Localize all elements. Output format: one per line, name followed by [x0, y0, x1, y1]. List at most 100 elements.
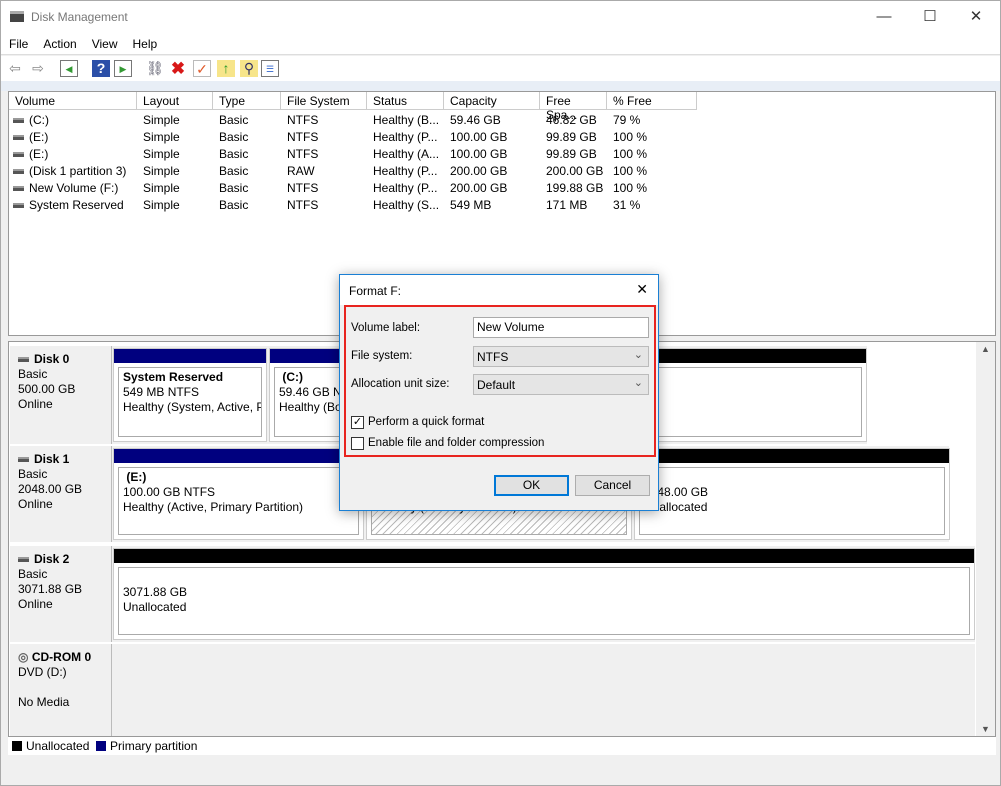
- settings-list-icon[interactable]: ☰: [261, 60, 279, 77]
- disk-icon: [18, 457, 29, 463]
- chevron-down-icon: ⌄: [633, 377, 643, 389]
- menu-action[interactable]: Action: [35, 33, 83, 51]
- volume-icon: [13, 152, 24, 158]
- table-row[interactable]: (E:) Simple Basic NTFS Healthy (A... 100.00 G…: [9, 145, 995, 162]
- col-free-space[interactable]: Free Spa...: [540, 92, 607, 122]
- cancel-button[interactable]: Cancel: [575, 475, 650, 496]
- partition-unallocated[interactable]: 1548.00 GB Unallocated: [634, 448, 950, 540]
- disk-2-label[interactable]: Disk 2 Basic 3071.88 GB Online: [10, 546, 112, 642]
- disk-type: Basic: [18, 567, 48, 581]
- disk-icon: [18, 557, 29, 563]
- disk-0-label[interactable]: Disk 0 Basic 500.00 GB Online: [10, 346, 112, 444]
- table-row[interactable]: New Volume (F:) Simple Basic NTFS Healthy (P…: [9, 179, 995, 196]
- disk-2-partitions: 3071.88 GB Unallocated: [112, 546, 975, 642]
- cell-status: Healthy (S...: [373, 198, 440, 212]
- cdrom-0-label[interactable]: ◎ CD-ROM 0 DVD (D:) No Media: [10, 644, 112, 736]
- disk-1-label[interactable]: Disk 1 Basic 2048.00 GB Online: [10, 446, 112, 542]
- menu-help[interactable]: Help: [125, 33, 165, 51]
- file-system-label: File system:: [351, 350, 413, 362]
- title-bar: Disk Management — ☐ ✕: [1, 1, 1000, 33]
- volume-icon: [13, 203, 24, 209]
- volume-label-label: Volume label:: [351, 322, 421, 334]
- col-capacity[interactable]: Capacity: [444, 92, 540, 110]
- quick-format-label[interactable]: Perform a quick format: [368, 416, 484, 428]
- maximize-button[interactable]: ☐: [907, 1, 953, 33]
- back-icon[interactable]: ⇦: [6, 60, 24, 77]
- compression-checkbox[interactable]: [351, 437, 364, 450]
- scroll-up-icon[interactable]: ▲: [981, 344, 990, 354]
- format-dialog: Format F: ✕ Volume label: New Volume Fil…: [339, 274, 659, 511]
- col-file-system[interactable]: File System: [281, 92, 367, 110]
- toolbar: ⇦ ⇨ ◀ ? ▶ ⛓ ✖ ✓ ↑ ⚲ ☰: [1, 56, 1000, 81]
- col-status[interactable]: Status: [367, 92, 444, 110]
- minimize-button[interactable]: —: [861, 1, 907, 33]
- volume-name: (E:): [29, 130, 49, 144]
- table-row[interactable]: (C:) Simple Basic NTFS Healthy (B... 59.46 GB…: [9, 111, 995, 128]
- volume-icon: [13, 186, 24, 192]
- action-pane-icon[interactable]: ▶: [114, 60, 132, 77]
- partition-status: Healthy (System, Active, Pr: [123, 400, 262, 414]
- table-row[interactable]: (Disk 1 partition 3) Simple Basic RAW Health…: [9, 162, 995, 179]
- console-tree-icon[interactable]: ◀: [60, 60, 78, 77]
- scroll-down-icon[interactable]: ▼: [981, 724, 990, 734]
- import-icon[interactable]: ↑: [217, 60, 235, 77]
- vertical-scrollbar[interactable]: ▲ ▼: [976, 342, 995, 736]
- forward-icon[interactable]: ⇨: [29, 60, 47, 77]
- partition-e[interactable]: (E:) 100.00 GB NTFS Healthy (Active, Prima…: [113, 448, 364, 540]
- legend-unallocated: Unallocated: [26, 739, 90, 753]
- col-percent-free[interactable]: % Free: [607, 92, 697, 110]
- toolbar-separator: [1, 81, 1000, 91]
- close-button[interactable]: ✕: [953, 1, 999, 33]
- properties-icon[interactable]: ✓: [193, 60, 211, 77]
- partition-system-reserved[interactable]: System Reserved 549 MB NTFS Healthy (Syste…: [113, 348, 267, 442]
- compression-label[interactable]: Enable file and folder compression: [368, 437, 544, 449]
- col-layout[interactable]: Layout: [137, 92, 213, 110]
- delete-icon[interactable]: ✖: [169, 60, 187, 77]
- partition-unallocated[interactable]: [651, 348, 867, 442]
- disk-icon: [18, 357, 29, 363]
- ok-button[interactable]: OK: [494, 475, 569, 496]
- table-row[interactable]: (E:) Simple Basic NTFS Healthy (P... 100.00 G…: [9, 128, 995, 145]
- partition-name: System Reserved: [123, 370, 224, 384]
- col-volume[interactable]: Volume: [9, 92, 137, 110]
- volume-name: System Reserved: [29, 198, 124, 212]
- partition-status: Healthy (Active, Primary Partition): [123, 500, 304, 514]
- partition-unallocated[interactable]: 3071.88 GB Unallocated: [113, 548, 975, 640]
- table-row[interactable]: System Reserved Simple Basic NTFS Healthy (S…: [9, 196, 995, 213]
- disk-name: Disk 0: [34, 352, 70, 366]
- disk-size: 3071.88 GB: [18, 582, 83, 596]
- volume-name: (E:): [29, 147, 49, 161]
- disk-state: No Media: [18, 695, 70, 709]
- disk-state: Online: [18, 397, 53, 411]
- disk-name: CD-ROM 0: [31, 650, 92, 664]
- partition-size: 100.00 GB NTFS: [123, 485, 216, 499]
- connect-disk-icon[interactable]: ⛓: [146, 60, 164, 77]
- file-system-select[interactable]: NTFS ⌄: [473, 346, 649, 367]
- disk-size: 500.00 GB: [18, 382, 76, 396]
- volume-icon: [13, 118, 24, 124]
- volume-label-input[interactable]: New Volume: [473, 317, 649, 338]
- cell-percent-free: 31 %: [613, 198, 641, 212]
- dialog-title: Format F:: [349, 284, 402, 298]
- allocation-size-select[interactable]: Default ⌄: [473, 374, 649, 395]
- disk-state: Online: [18, 597, 53, 611]
- menu-file[interactable]: File: [1, 33, 35, 51]
- disk-type: Basic: [18, 467, 48, 481]
- disk-name: Disk 1: [34, 452, 70, 466]
- menu-view[interactable]: View: [84, 33, 125, 51]
- cdrom-icon: ◎: [18, 650, 29, 664]
- window-title: Disk Management: [31, 10, 128, 24]
- legend-swatch-primary: [96, 741, 107, 751]
- cell-type: Basic: [219, 198, 249, 212]
- volume-icon: [13, 169, 24, 175]
- cell-file-system: NTFS: [287, 198, 319, 212]
- search-icon[interactable]: ⚲: [240, 60, 258, 77]
- disk-size: 2048.00 GB: [18, 482, 83, 496]
- dialog-close-button[interactable]: ✕: [636, 281, 648, 298]
- col-type[interactable]: Type: [213, 92, 281, 110]
- app-icon: [10, 11, 24, 22]
- quick-format-checkbox[interactable]: ✓: [351, 416, 364, 429]
- disk-type: DVD (D:): [18, 665, 67, 679]
- help-icon[interactable]: ?: [92, 60, 110, 77]
- partition-size: 549 MB NTFS: [123, 385, 200, 399]
